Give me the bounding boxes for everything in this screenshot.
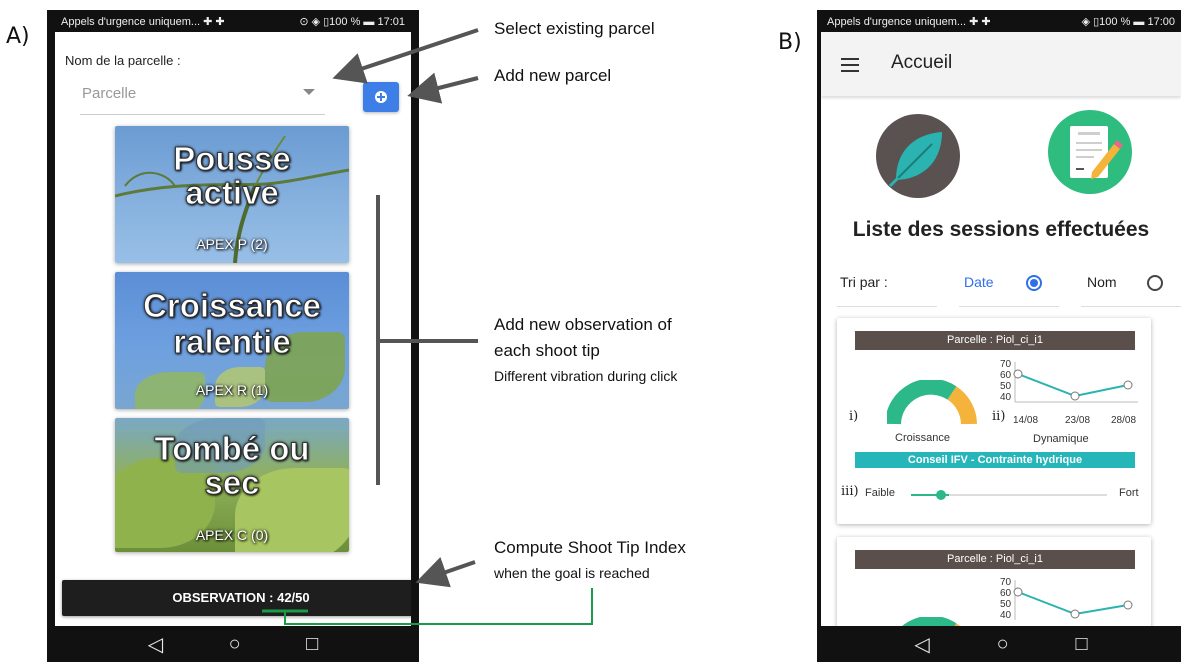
menu-icon[interactable] <box>841 58 859 72</box>
status-indicators: ◈ ▯100 % ▬ 17:00 <box>1081 15 1175 28</box>
annotation-compute-line2: when the goal is reached <box>494 565 650 581</box>
annotation-add-new: Add new parcel <box>494 66 612 85</box>
divider <box>1081 306 1181 307</box>
card-title-line1: Pousse <box>173 140 291 177</box>
slider-low-label: Faible <box>865 487 895 499</box>
apex-c-card[interactable]: Tombé ou sec APEX C (0) <box>115 418 349 552</box>
notepad-glyph <box>1070 126 1123 179</box>
divider <box>959 306 1059 307</box>
app-bar: Accueil <box>821 32 1181 96</box>
status-bar: Appels d'urgence uniquem... ✚ ✚ ⊙ ◈ ▯100… <box>55 10 411 32</box>
card-count: APEX C (0) <box>195 527 269 543</box>
session-card[interactable]: Parcelle : Piol_ci_i1 i) Croissance ii) … <box>837 318 1151 524</box>
growth-gauge <box>887 380 977 425</box>
home-icon[interactable]: ○ <box>997 633 1009 656</box>
dynamics-line-chart <box>1013 580 1133 620</box>
back-icon[interactable]: ◁ <box>148 632 163 657</box>
radio-nom[interactable] <box>1147 275 1163 291</box>
phone-b-screen: Appels d'urgence uniquem... ✚ ✚ ◈ ▯100 %… <box>817 10 1181 662</box>
status-carrier: Appels d'urgence uniquem... ✚ ✚ <box>827 15 991 28</box>
annotation-add-obs-line2: each shoot tip <box>494 341 600 360</box>
add-parcel-button[interactable] <box>363 82 399 112</box>
arrow-add-parcel <box>407 72 479 104</box>
parcel-header: Parcelle : Piol_ci_i1 <box>855 331 1135 350</box>
android-nav-bar: ◁ ○ □ <box>55 626 411 662</box>
stress-slider <box>911 490 1107 500</box>
card-count: APEX P (2) <box>196 236 268 252</box>
android-nav-bar: ◁ ○ □ <box>821 626 1181 662</box>
y-tick: 70 <box>1000 577 1012 588</box>
sort-option-nom[interactable]: Nom <box>1087 274 1117 290</box>
card-title-line2: sec <box>204 464 260 501</box>
parcel-header: Parcelle : Piol_ci_i1 <box>855 550 1135 569</box>
y-tick: 50 <box>1000 599 1012 610</box>
y-tick: 40 <box>1000 392 1012 403</box>
apex-r-card[interactable]: Croissance ralentie APEX R (1) <box>115 272 349 409</box>
recent-apps-icon[interactable]: □ <box>306 633 318 656</box>
status-carrier: Appels d'urgence uniquem... ✚ ✚ <box>61 15 225 28</box>
annotation-compute-line1: Compute Shoot Tip Index <box>494 538 686 557</box>
y-tick: 70 <box>1000 359 1012 370</box>
home-icon[interactable]: ○ <box>229 633 241 656</box>
recent-apps-icon[interactable]: □ <box>1075 633 1087 656</box>
annotation-select-existing: Select existing parcel <box>494 19 655 38</box>
dynamics-label: Dynamique <box>1033 433 1089 445</box>
status-indicators: ⊙ ◈ ▯100 % ▬ 17:01 <box>299 15 405 28</box>
app-title: Accueil <box>891 52 953 73</box>
annotation-add-obs-line1: Add new observation of <box>494 315 672 334</box>
marker-ii: ii) <box>992 409 1006 424</box>
parcel-select-value: Parcelle <box>82 85 137 102</box>
parcel-select[interactable]: Parcelle <box>80 77 325 115</box>
y-tick: 40 <box>1000 610 1012 621</box>
marker-iii: iii) <box>841 484 859 499</box>
panel-label-b: B) <box>778 30 802 55</box>
sessions-list-title: Liste des sessions effectuées <box>852 218 1150 241</box>
advice-header: Conseil IFV - Contrainte hydrique <box>855 452 1135 468</box>
phone-a-screen: Appels d'urgence uniquem... ✚ ✚ ⊙ ◈ ▯100… <box>47 10 419 662</box>
parcel-name-label: Nom de la parcelle : <box>65 53 181 68</box>
card-title-line2: ralentie <box>173 323 291 360</box>
notepad-icon[interactable] <box>1048 110 1132 194</box>
card-title-line2: active <box>185 174 280 211</box>
marker-i: i) <box>849 409 859 424</box>
x-tick: 28/08 <box>1111 415 1137 426</box>
card-count: APEX R (1) <box>195 382 269 398</box>
status-bar: Appels d'urgence uniquem... ✚ ✚ ◈ ▯100 %… <box>821 10 1181 32</box>
leaf-icon[interactable] <box>876 114 960 198</box>
dynamics-line-chart <box>1013 362 1138 403</box>
radio-date[interactable] <box>1026 275 1042 291</box>
gauge-label: Croissance <box>895 432 951 444</box>
x-tick: 14/08 <box>1013 415 1039 426</box>
y-tick: 60 <box>1000 588 1012 599</box>
divider <box>837 306 937 307</box>
sort-option-date[interactable]: Date <box>964 274 994 290</box>
x-tick: 23/08 <box>1065 415 1091 426</box>
card-title-line1: Tombé ou <box>154 430 310 467</box>
slider-high-label: Fort <box>1119 487 1139 499</box>
plus-circle-icon <box>375 91 387 103</box>
y-tick: 50 <box>1000 381 1012 392</box>
card-title-line1: Croissance <box>143 287 322 324</box>
panel-label-a: A) <box>6 24 30 49</box>
dropdown-caret-icon <box>303 89 315 95</box>
back-icon[interactable]: ◁ <box>914 632 929 657</box>
y-tick: 60 <box>1000 370 1012 381</box>
observation-button[interactable]: OBSERVATION : 42/50 <box>62 580 411 616</box>
leaf-glyph <box>888 132 942 188</box>
sort-label: Tri par : <box>840 274 888 290</box>
arrow-compute <box>415 557 476 588</box>
annotation-add-obs-line3: Different vibration during click <box>494 368 678 384</box>
apex-p-card[interactable]: Pousse active APEX P (2) <box>115 126 349 263</box>
